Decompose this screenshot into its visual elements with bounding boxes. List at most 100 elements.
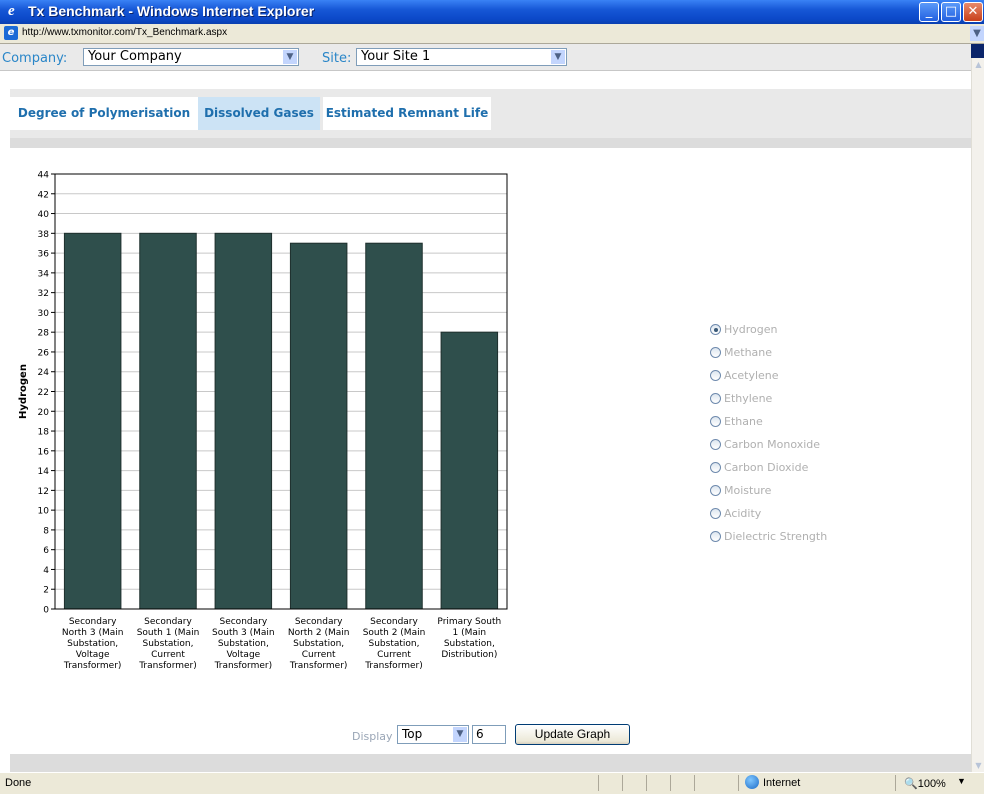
status-divider <box>670 775 671 791</box>
x-tick-label-line: Secondary <box>370 617 418 627</box>
tab-degree-of-polymerisation[interactable]: Degree of Polymerisation <box>10 97 198 130</box>
gas-option-carbon-monoxide[interactable]: Carbon Monoxide <box>710 438 910 461</box>
title-bar: e Tx Benchmark - Windows Internet Explor… <box>0 0 984 24</box>
site-select[interactable]: Your Site 1 ▼ <box>356 48 567 66</box>
x-tick-label-line: Substation, <box>218 639 269 649</box>
x-tick-label-line: Current <box>151 650 185 660</box>
tab-dissolved-gases[interactable]: Dissolved Gases <box>198 97 320 130</box>
site-select-value: Your Site 1 <box>361 49 431 64</box>
x-tick-label-line: South 2 (Main <box>363 628 426 638</box>
gas-option-carbon-dioxide[interactable]: Carbon Dioxide <box>710 461 910 484</box>
gas-radio-list: Hydrogen Methane Acetylene Ethylene Ethane Ca… <box>710 323 910 553</box>
gas-option-label: Ethylene <box>724 392 773 405</box>
x-tick-label-line: South 1 (Main <box>137 628 200 638</box>
y-tick-label: 38 <box>38 230 50 240</box>
y-tick-label: 14 <box>38 467 50 477</box>
x-tick-label-line: Secondary <box>144 617 192 627</box>
radio-button[interactable] <box>710 324 721 335</box>
gas-option-acidity[interactable]: Acidity <box>710 507 910 530</box>
bar <box>365 242 423 610</box>
update-graph-button[interactable]: Update Graph <box>515 724 630 745</box>
zoom-value: 100% <box>917 778 946 790</box>
gas-option-label: Ethane <box>724 415 763 428</box>
x-tick-label-line: Transformer) <box>214 661 273 671</box>
gas-option-methane[interactable]: Methane <box>710 346 910 369</box>
chevron-down-icon: ▼ <box>453 727 467 742</box>
address-url[interactable]: http://www.txmonitor.com/Tx_Benchmark.as… <box>22 27 227 38</box>
radio-button[interactable] <box>710 485 721 496</box>
y-tick-label: 32 <box>38 289 49 299</box>
radio-button[interactable] <box>710 462 721 473</box>
x-tick-label-line: Substation, <box>444 639 495 649</box>
minimize-button[interactable]: _ <box>919 2 939 22</box>
address-dropdown-icon[interactable]: ▼ <box>970 26 984 41</box>
vertical-scrollbar[interactable]: ▲ ▼ <box>971 58 984 772</box>
gas-option-ethylene[interactable]: Ethylene <box>710 392 910 415</box>
y-tick-label: 42 <box>38 190 49 200</box>
bar <box>289 242 348 610</box>
x-tick-label: Secondary South 3 (Main Substation, Voltage… <box>212 617 275 671</box>
status-divider <box>646 775 647 791</box>
hydrogen-bar-chart: 0 2 4 6 8 10 12 14 16 18 20 22 24 26 28 30 32 34 36 38 40 42 4… <box>14 164 514 694</box>
x-tick-label-line: Secondary <box>219 617 267 627</box>
window-title: Tx Benchmark - Windows Internet Explorer <box>28 3 315 19</box>
scroll-up-icon[interactable]: ▲ <box>972 58 984 71</box>
company-select[interactable]: Your Company ▼ <box>83 48 299 66</box>
y-tick-label: 0 <box>43 606 49 616</box>
radio-button[interactable] <box>710 370 721 381</box>
x-tick-label-line: Current <box>377 650 411 660</box>
tab-estimated-remnant-life[interactable]: Estimated Remnant Life <box>323 97 491 130</box>
x-tick-label-line: Secondary <box>69 617 117 627</box>
selector-bar: Company: Your Company ▼ Site: Your Site … <box>0 44 971 71</box>
gas-option-label: Dielectric Strength <box>724 530 828 543</box>
y-axis-label: Hydrogen <box>18 364 29 419</box>
close-button[interactable]: ✕ <box>963 2 983 22</box>
scroll-down-icon[interactable]: ▼ <box>972 759 984 772</box>
radio-button[interactable] <box>710 416 721 427</box>
gas-option-moisture[interactable]: Moisture <box>710 484 910 507</box>
x-tick-label: Secondary North 2 (Main Substation, Current… <box>288 617 350 671</box>
y-tick-label: 2 <box>43 586 49 596</box>
y-tick-label: 26 <box>38 348 50 358</box>
x-tick-label-line: Current <box>302 650 336 660</box>
maximize-button[interactable]: □ <box>941 2 961 22</box>
x-tick-label-line: Substation, <box>369 639 420 649</box>
gas-option-ethane[interactable]: Ethane <box>710 415 910 438</box>
display-count-input[interactable]: 6 <box>472 725 506 744</box>
gas-option-label: Carbon Dioxide <box>724 461 809 474</box>
gas-option-acetylene[interactable]: Acetylene <box>710 369 910 392</box>
y-tick-label: 6 <box>43 546 49 556</box>
radio-button[interactable] <box>710 531 721 542</box>
gas-option-label: Acidity <box>724 507 762 520</box>
tab-bar: Degree of Polymerisation Dissolved Gases… <box>10 89 971 139</box>
x-tick-label: Secondary South 1 (Main Substation, Current… <box>137 617 200 671</box>
y-tick-label: 34 <box>38 269 50 279</box>
x-tick-label-line: Substation, <box>293 639 344 649</box>
y-tick-label: 8 <box>43 526 49 536</box>
x-tick-label: Primary South 1 (Main Substation, Distribut… <box>437 617 501 660</box>
gas-option-dielectric-strength[interactable]: Dielectric Strength <box>710 530 910 553</box>
x-tick-label-line: Substation, <box>67 639 118 649</box>
radio-button[interactable] <box>710 508 721 519</box>
internet-globe-icon <box>745 775 759 789</box>
x-tick-label-line: Transformer) <box>289 661 348 671</box>
display-mode-select[interactable]: Top ▼ <box>397 725 469 744</box>
zoom-dropdown-icon[interactable]: ▼ <box>957 776 966 786</box>
x-tick-label-line: Transformer) <box>63 661 122 671</box>
bar <box>440 331 499 610</box>
gas-option-label: Carbon Monoxide <box>724 438 821 451</box>
y-tick-label: 40 <box>38 210 50 220</box>
site-label: Site: <box>322 51 352 66</box>
address-bar: e http://www.txmonitor.com/Tx_Benchmark.… <box>0 24 984 44</box>
radio-button[interactable] <box>710 393 721 404</box>
zoom-level[interactable]: 🔍100% <box>904 777 946 790</box>
gas-option-label: Methane <box>724 346 773 359</box>
x-tick-label-line: Distribution) <box>441 650 497 660</box>
gas-option-label: Moisture <box>724 484 772 497</box>
radio-button[interactable] <box>710 347 721 358</box>
radio-button[interactable] <box>710 439 721 450</box>
gas-option-hydrogen[interactable]: Hydrogen <box>710 323 910 346</box>
x-tick-label-line: Secondary <box>295 617 343 627</box>
company-label: Company: <box>2 51 68 66</box>
display-controls: Display Top ▼ 6 Update Graph <box>0 723 971 747</box>
